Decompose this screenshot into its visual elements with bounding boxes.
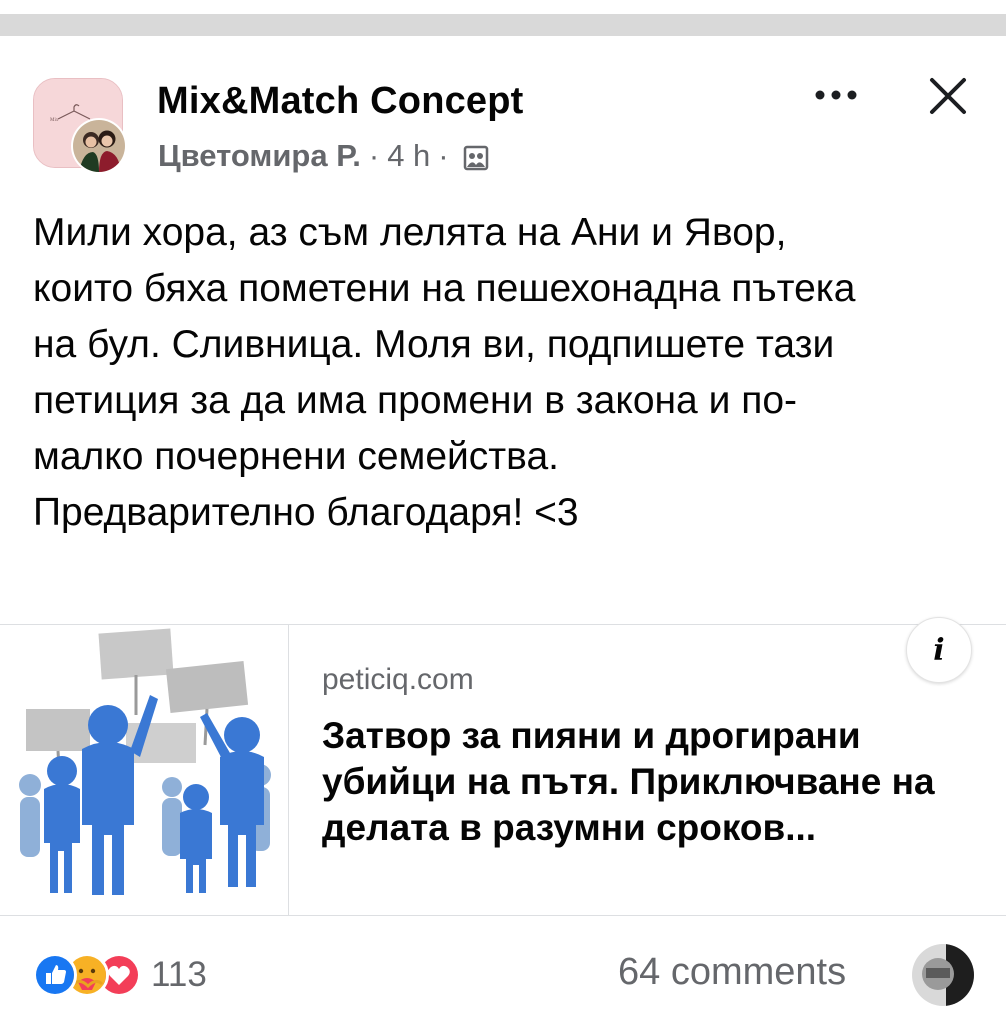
post-text-line: които бяха пометени на пешехонадна пътек… <box>33 267 856 310</box>
reaction-count: 113 <box>151 955 207 994</box>
close-icon <box>930 78 966 114</box>
group-audience-icon <box>463 143 489 171</box>
author-name[interactable]: Цветомира Р. <box>158 138 361 174</box>
post-text-line: Мили хора, аз съм лелята на Ани и Явор, <box>33 211 787 254</box>
post-text-line: Предварително благодаря! <3 <box>33 491 579 534</box>
commenter-avatar[interactable] <box>912 944 974 1006</box>
more-options-button[interactable] <box>808 80 864 110</box>
post-time[interactable]: 4 h <box>387 138 430 174</box>
more-horizontal-icon <box>815 90 857 100</box>
svg-text:Mix: Mix <box>50 118 59 123</box>
meta-separator: · <box>438 138 449 173</box>
post-text-line: малко почернени семейства. <box>33 435 559 478</box>
like-reaction-icon <box>33 953 77 997</box>
reactions-summary[interactable]: 113 <box>33 950 207 1000</box>
link-title: Затвор за пияни и дрогирани убийци на пъ… <box>322 715 935 848</box>
page-avatar[interactable]: Mix <box>33 78 127 174</box>
comments-count-link[interactable]: 64 comments <box>618 951 846 994</box>
info-button[interactable]: i <box>906 617 972 683</box>
top-separator <box>0 0 1006 40</box>
info-icon: i <box>933 632 945 668</box>
meta-separator: · <box>368 138 380 173</box>
close-button[interactable] <box>922 70 974 122</box>
post-text-line: на бул. Сливница. Моля ви, подпишете таз… <box>33 323 835 366</box>
link-thumbnail <box>0 625 289 915</box>
page-name[interactable]: Mix&Match Concept <box>157 80 524 123</box>
link-preview-card[interactable]: peticiq.com Затвор за пияни и дрогирани … <box>0 617 1006 916</box>
author-avatar <box>71 118 127 174</box>
post-message: Мили хора, аз съм лелята на Ани и Явор, … <box>33 205 983 541</box>
post-meta: Цветомира Р. · 4 h · <box>158 138 489 174</box>
link-domain: peticiq.com <box>322 663 474 696</box>
post-text-line: петиция за да има промени в закона и по- <box>33 379 798 422</box>
